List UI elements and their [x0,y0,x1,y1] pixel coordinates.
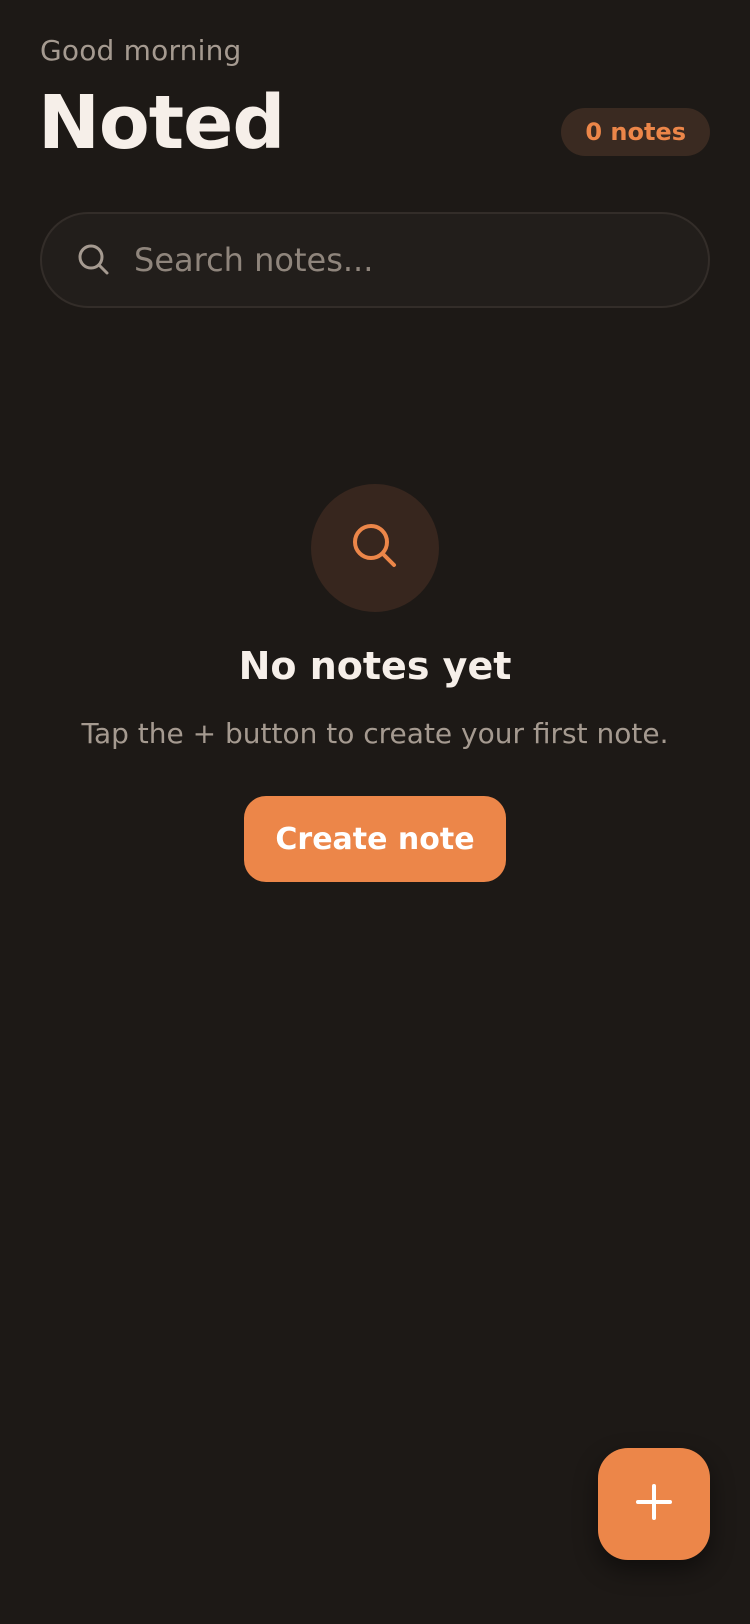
empty-state-icon-circle [311,484,439,612]
search-icon [76,242,112,278]
empty-state-message: Tap the + button to create your first no… [81,717,669,750]
add-note-button[interactable] [598,1448,710,1560]
page-title: Noted [38,80,285,166]
empty-state-title: No notes yet [238,644,512,688]
plus-icon [634,1482,674,1526]
greeting-text: Good morning [40,34,242,67]
search-icon [349,520,401,576]
search-input[interactable] [134,241,674,279]
search-bar[interactable] [40,212,710,308]
empty-state: No notes yet Tap the + button to create … [0,484,750,882]
notes-count-badge: 0 notes [561,108,710,156]
create-note-button[interactable]: Create note [244,796,506,882]
notes-screen: Good morning Noted 0 notes No notes yet … [0,0,750,1624]
